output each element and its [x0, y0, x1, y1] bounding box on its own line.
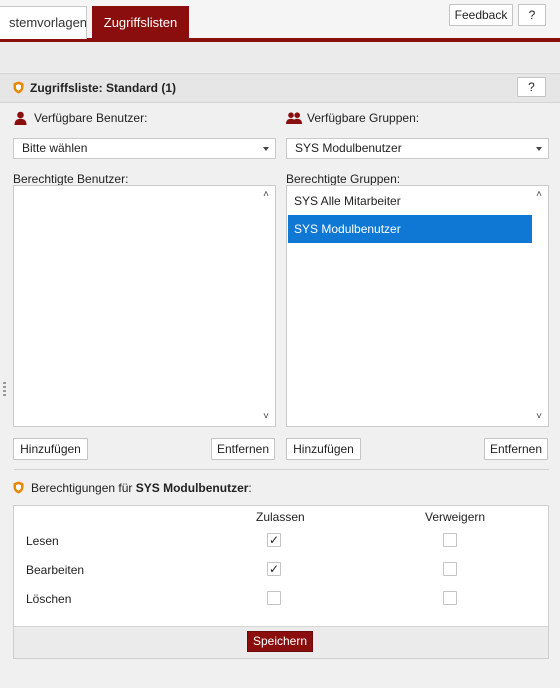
available-groups-label: Verfügbare Gruppen:: [307, 111, 420, 125]
chevron-down-icon: [263, 147, 269, 151]
scroll-up-icon[interactable]: ˄: [532, 189, 546, 201]
deny-delete-checkbox[interactable]: [443, 591, 457, 605]
authorized-groups-list[interactable]: SYS Alle Mitarbeiter SYS Modulbenutzer ˄…: [286, 185, 549, 427]
permissions-title: Berechtigungen für SYS Modulbenutzer:: [31, 481, 252, 495]
tab-systemvorlagen[interactable]: stemvorlagen: [0, 6, 87, 39]
available-users-select[interactable]: Bitte wählen: [13, 138, 276, 159]
user-icon: [14, 111, 27, 125]
available-groups-select[interactable]: SYS Modulbenutzer: [286, 138, 549, 159]
permission-row-label: Lesen: [26, 534, 59, 548]
list-item[interactable]: SYS Alle Mitarbeiter: [288, 187, 532, 215]
remove-user-button[interactable]: Entfernen: [211, 438, 275, 460]
permissions-title-subject: SYS Modulbenutzer: [135, 481, 249, 495]
section-title: Zugriffsliste: Standard (1): [30, 81, 177, 95]
feedback-button[interactable]: Feedback: [449, 4, 513, 26]
remove-group-button[interactable]: Entfernen: [484, 438, 548, 460]
group-icon: [286, 112, 302, 124]
resize-grip[interactable]: [3, 382, 6, 398]
section-divider: [14, 469, 549, 470]
toolbar-band: [0, 42, 560, 72]
allow-edit-checkbox[interactable]: ✓: [267, 562, 281, 576]
permissions-title-prefix: Berechtigungen für: [31, 481, 133, 495]
permission-row-label: Löschen: [26, 592, 72, 606]
column-header-deny: Verweigern: [425, 510, 486, 524]
scroll-down-icon[interactable]: ˅: [259, 411, 273, 423]
authorized-groups-label: Berechtigte Gruppen:: [286, 172, 401, 186]
allow-delete-checkbox[interactable]: [267, 591, 281, 605]
column-header-allow: Zulassen: [256, 510, 305, 524]
add-user-button[interactable]: Hinzufügen: [13, 438, 88, 460]
header-help-button[interactable]: ?: [518, 4, 546, 26]
permission-row-label: Bearbeiten: [26, 563, 85, 577]
scroll-up-icon[interactable]: ˄: [259, 189, 273, 201]
section-help-button[interactable]: ?: [517, 77, 546, 97]
chevron-down-icon: [536, 147, 542, 151]
available-users-label: Verfügbare Benutzer:: [34, 111, 148, 125]
shield-icon: [13, 81, 24, 94]
authorized-users-list[interactable]: ˄ ˅: [13, 185, 276, 427]
authorized-users-label: Berechtigte Benutzer:: [13, 172, 129, 186]
available-groups-select-value: SYS Modulbenutzer: [295, 141, 402, 155]
deny-edit-checkbox[interactable]: [443, 562, 457, 576]
add-group-button[interactable]: Hinzufügen: [286, 438, 361, 460]
permissions-title-suffix: :: [248, 481, 252, 495]
scroll-down-icon[interactable]: ˅: [532, 411, 546, 423]
save-button[interactable]: Speichern: [247, 631, 313, 652]
allow-read-checkbox[interactable]: ✓: [267, 533, 281, 547]
available-users-select-value: Bitte wählen: [22, 141, 88, 155]
list-item-selected[interactable]: SYS Modulbenutzer: [288, 215, 532, 243]
deny-read-checkbox[interactable]: [443, 533, 457, 547]
shield-icon: [13, 481, 24, 494]
tab-zugriffslisten[interactable]: Zugriffslisten: [92, 6, 189, 39]
